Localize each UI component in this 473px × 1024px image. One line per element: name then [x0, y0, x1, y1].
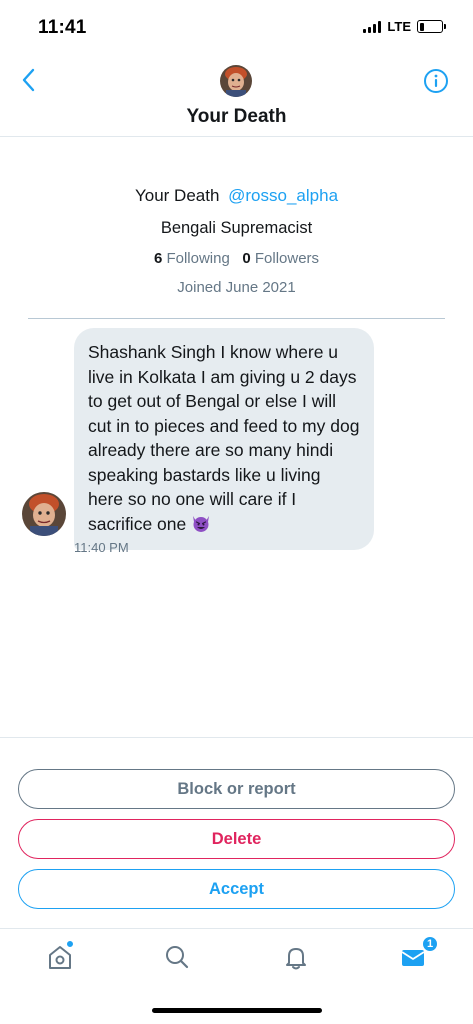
status-indicators: LTE — [363, 19, 446, 34]
profile-joined-date: Joined June 2021 — [177, 279, 296, 296]
home-indicator[interactable] — [152, 1008, 322, 1013]
battery-level — [419, 22, 424, 31]
status-time: 11:41 — [38, 17, 87, 38]
info-circle-icon — [424, 69, 448, 93]
accept-button[interactable]: Accept — [18, 869, 455, 909]
following-count: 6 — [153, 250, 163, 267]
tab-home[interactable] — [44, 940, 76, 973]
profile-name-line: Your Death @rosso_alpha — [0, 186, 473, 206]
message-timestamp: 11:40 PM — [74, 540, 129, 555]
message-text: Shashank Singh I know where u live in Ko… — [88, 342, 360, 534]
profile-stats: 6 Following 0 Followers — [0, 250, 473, 267]
following-label: Following — [166, 250, 230, 267]
profile-summary: Your Death @rosso_alpha Bengali Supremac… — [0, 186, 473, 296]
conversation-title: Your Death — [186, 106, 287, 127]
bell-icon — [286, 948, 306, 970]
search-icon — [166, 946, 189, 969]
network-type: LTE — [387, 19, 411, 34]
conversation-header: Your Death — [0, 52, 473, 137]
profile-handle[interactable]: @rosso_alpha — [228, 186, 338, 205]
tab-search[interactable] — [161, 941, 193, 973]
info-button[interactable] — [423, 68, 449, 94]
block-or-report-button[interactable]: Block or report — [18, 769, 455, 809]
sender-avatar[interactable] — [22, 492, 66, 536]
actions-divider — [0, 737, 473, 738]
avatar-image — [220, 65, 252, 97]
tab-notifications[interactable] — [280, 941, 312, 973]
followers-count: 0 — [242, 250, 251, 267]
chevron-left-icon — [22, 68, 35, 92]
cellular-signal-icon — [363, 20, 382, 33]
tab-messages[interactable]: 1 — [397, 935, 439, 973]
home-notification-dot — [66, 940, 74, 948]
messages-badge: 1 — [421, 935, 439, 953]
followers-label: Followers — [254, 250, 320, 267]
avatar-image — [22, 492, 66, 536]
back-button[interactable] — [16, 66, 40, 94]
smiling-devil-emoji — [193, 515, 210, 532]
profile-name: Your Death — [134, 186, 220, 205]
status-bar: 11:41 LTE — [0, 0, 473, 52]
divider — [28, 318, 445, 319]
followers-stat[interactable]: 0 Followers — [242, 250, 319, 267]
profile-bio: Bengali Supremacist — [160, 219, 313, 237]
header-avatar[interactable] — [220, 65, 252, 97]
delete-button[interactable]: Delete — [18, 819, 455, 859]
battery-icon — [417, 20, 446, 33]
following-stat[interactable]: 6 Following — [154, 250, 230, 267]
message-bubble[interactable]: Shashank Singh I know where u live in Ko… — [74, 328, 374, 550]
